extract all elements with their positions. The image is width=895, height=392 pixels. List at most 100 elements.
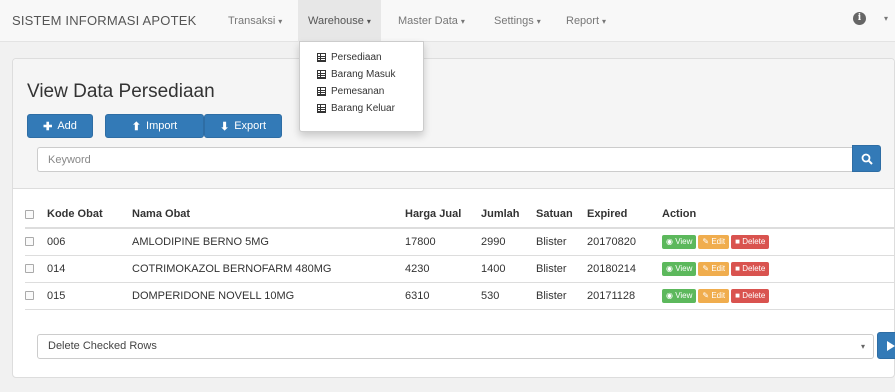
cell-nama: DOMPERIDONE NOVELL 10MG bbox=[132, 282, 405, 310]
dropdown-item-barang-masuk[interactable]: Barang Masuk bbox=[300, 66, 423, 83]
cell-harga: 17800 bbox=[405, 228, 481, 256]
table-icon bbox=[317, 104, 326, 113]
dropdown-item-label: Barang Masuk bbox=[331, 69, 396, 80]
edit-label: Edit bbox=[711, 290, 726, 300]
row-select-cell bbox=[25, 228, 47, 256]
import-button-label: Import bbox=[146, 120, 178, 132]
dropdown-item-label: Pemesanan bbox=[331, 86, 385, 97]
edit-button[interactable]: ✎ Edit bbox=[698, 234, 730, 249]
dropdown-item-persediaan[interactable]: Persediaan bbox=[300, 49, 423, 66]
cell-jumlah: 2990 bbox=[481, 228, 536, 256]
cell-kode: 006 bbox=[47, 228, 132, 256]
add-button[interactable]: ✚ Add bbox=[27, 114, 93, 138]
edit-icon: ✎ bbox=[702, 290, 712, 300]
search-icon bbox=[861, 153, 873, 165]
nav-label: Warehouse bbox=[308, 15, 364, 27]
nav-label: Master Data bbox=[398, 15, 458, 27]
delete-button[interactable]: ■ Delete bbox=[731, 261, 770, 276]
table-row: 014 COTRIMOKAZOL BERNOFARM 480MG 4230 14… bbox=[25, 255, 895, 283]
data-table: Kode Obat Nama Obat Harga Jual Jumlah Sa… bbox=[25, 201, 895, 310]
caret-down-icon[interactable]: ▾ bbox=[884, 14, 888, 23]
plus-icon: ✚ bbox=[43, 120, 53, 133]
row-checkbox[interactable] bbox=[25, 291, 34, 301]
cell-satuan: Blister bbox=[536, 282, 587, 310]
edit-label: Edit bbox=[711, 236, 726, 246]
edit-button[interactable]: ✎ Edit bbox=[698, 288, 730, 303]
cell-satuan: Blister bbox=[536, 255, 587, 283]
content-panel: View Data Persediaan ✚ Add ⬆ Import ⬇ Expor… bbox=[12, 58, 895, 378]
view-label: View bbox=[675, 236, 693, 246]
col-expired[interactable]: Expired bbox=[587, 201, 662, 229]
delete-label: Delete bbox=[742, 236, 766, 246]
nav-master-data[interactable]: Master Data ▾ bbox=[398, 15, 465, 27]
eye-icon: ◉ bbox=[666, 236, 676, 246]
cell-kode: 014 bbox=[47, 255, 132, 283]
navbar: SISTEM INFORMASI APOTEK Transaksi ▾ Wareh… bbox=[0, 0, 895, 42]
nav-settings[interactable]: Settings ▾ bbox=[494, 15, 541, 27]
nav-label: Transaksi bbox=[228, 15, 276, 27]
warehouse-dropdown: Persediaan Barang Masuk Pemesanan Barang… bbox=[299, 41, 424, 132]
col-jumlah[interactable]: Jumlah bbox=[481, 201, 536, 229]
select-all-checkbox[interactable] bbox=[25, 209, 34, 219]
cell-expired: 20171128 bbox=[587, 282, 662, 310]
row-select-cell bbox=[25, 255, 47, 283]
nav-transaksi[interactable]: Transaksi ▾ bbox=[228, 15, 282, 27]
brand-title[interactable]: SISTEM INFORMASI APOTEK bbox=[12, 13, 196, 28]
table-header-row: Kode Obat Nama Obat Harga Jual Jumlah Sa… bbox=[25, 201, 895, 229]
caret-down-icon: ▾ bbox=[536, 17, 541, 26]
export-button[interactable]: ⬇ Export bbox=[204, 114, 282, 138]
bulk-submit-button[interactable] bbox=[877, 332, 895, 359]
cell-jumlah: 530 bbox=[481, 282, 536, 310]
edit-icon: ✎ bbox=[702, 263, 712, 273]
dropdown-item-pemesanan[interactable]: Pemesanan bbox=[300, 83, 423, 100]
cell-harga: 6310 bbox=[405, 282, 481, 310]
nav-report[interactable]: Report ▾ bbox=[566, 15, 606, 27]
info-icon[interactable]: i bbox=[853, 12, 866, 25]
add-button-label: Add bbox=[57, 120, 77, 132]
col-satuan[interactable]: Satuan bbox=[536, 201, 587, 229]
search-button[interactable] bbox=[852, 145, 881, 172]
nav-label: Settings bbox=[494, 15, 534, 27]
row-checkbox[interactable] bbox=[25, 264, 34, 274]
cell-satuan: Blister bbox=[536, 228, 587, 256]
nav-warehouse[interactable]: Warehouse ▾ bbox=[298, 0, 381, 42]
bulk-action-value: Delete Checked Rows bbox=[48, 340, 157, 352]
table-icon bbox=[317, 87, 326, 96]
page-title: View Data Persediaan bbox=[27, 81, 215, 102]
delete-label: Delete bbox=[742, 290, 766, 300]
eye-icon: ◉ bbox=[666, 263, 676, 273]
eye-icon: ◉ bbox=[666, 290, 676, 300]
cell-actions: ◉ View ✎ Edit ■ Delete bbox=[662, 255, 895, 283]
cell-expired: 20180214 bbox=[587, 255, 662, 283]
import-button[interactable]: ⬆ Import bbox=[105, 114, 204, 138]
cell-nama: COTRIMOKAZOL BERNOFARM 480MG bbox=[132, 255, 405, 283]
bulk-action-select[interactable]: Delete Checked Rows ▾ bbox=[37, 334, 874, 359]
view-button[interactable]: ◉ View bbox=[662, 288, 697, 303]
cell-harga: 4230 bbox=[405, 255, 481, 283]
edit-button[interactable]: ✎ Edit bbox=[698, 261, 730, 276]
play-icon bbox=[887, 341, 895, 351]
import-icon: ⬆ bbox=[131, 120, 142, 133]
row-checkbox[interactable] bbox=[25, 237, 34, 247]
col-nama-obat[interactable]: Nama Obat bbox=[132, 201, 405, 229]
row-select-cell bbox=[25, 282, 47, 310]
delete-label: Delete bbox=[742, 263, 766, 273]
cell-jumlah: 1400 bbox=[481, 255, 536, 283]
col-kode-obat[interactable]: Kode Obat bbox=[47, 201, 132, 229]
cell-actions: ◉ View ✎ Edit ■ Delete bbox=[662, 282, 895, 310]
export-button-label: Export bbox=[234, 120, 266, 132]
dropdown-item-barang-keluar[interactable]: Barang Keluar bbox=[300, 100, 423, 117]
dropdown-item-label: Persediaan bbox=[331, 52, 382, 63]
col-harga-jual[interactable]: Harga Jual bbox=[405, 201, 481, 229]
caret-down-icon: ▾ bbox=[602, 17, 607, 26]
delete-button[interactable]: ■ Delete bbox=[731, 234, 770, 249]
cell-kode: 015 bbox=[47, 282, 132, 310]
edit-label: Edit bbox=[711, 263, 726, 273]
table-icon bbox=[317, 70, 326, 79]
delete-button[interactable]: ■ Delete bbox=[731, 288, 770, 303]
table-row: 006 AMLODIPINE BERNO 5MG 17800 2990 Blis… bbox=[25, 228, 895, 256]
view-button[interactable]: ◉ View bbox=[662, 261, 697, 276]
view-button[interactable]: ◉ View bbox=[662, 234, 697, 249]
view-label: View bbox=[675, 263, 693, 273]
search-input[interactable] bbox=[37, 147, 852, 172]
